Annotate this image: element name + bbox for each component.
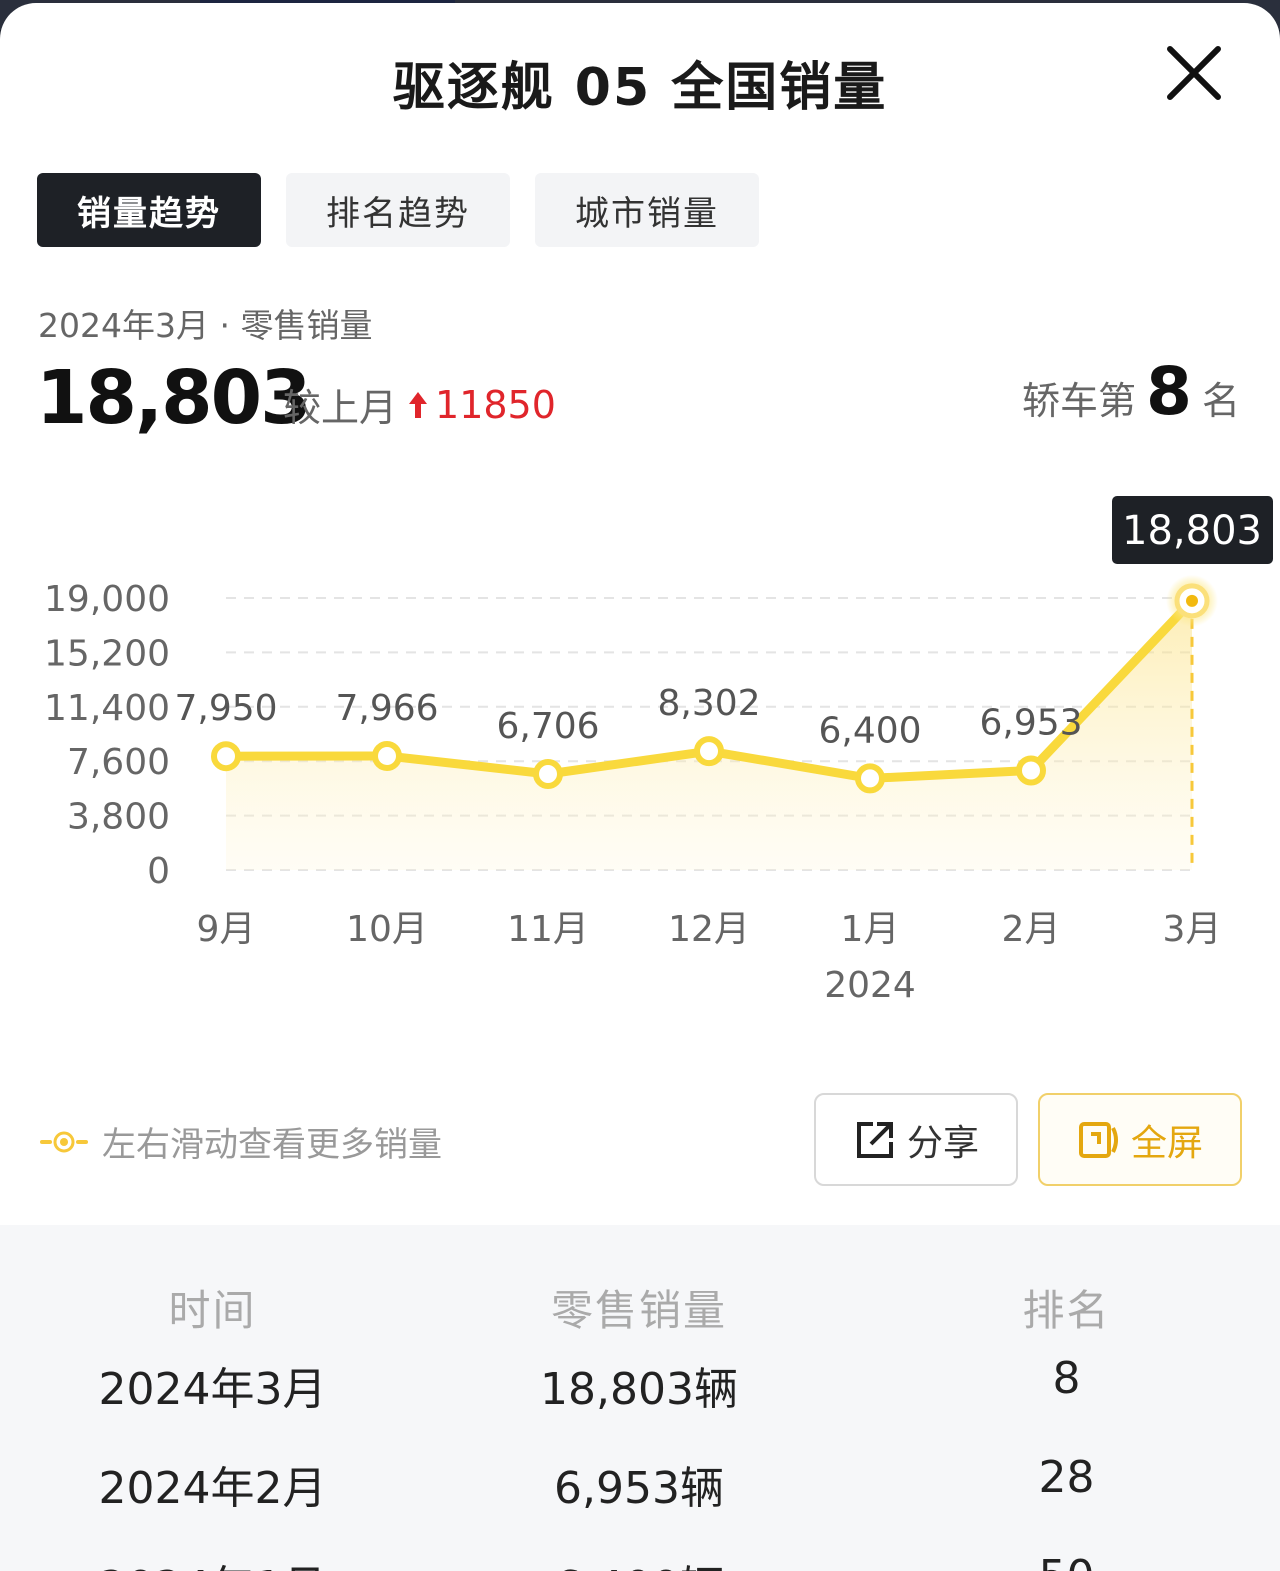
row-time: 2024年1月 <box>0 1551 425 1571</box>
data-point <box>855 763 885 794</box>
change-indicator: 11850 <box>407 383 556 427</box>
x-tick-label: 11月 <box>507 909 589 950</box>
arrow-up-icon <box>409 391 428 418</box>
period-label: 2024年3月 · 零售销量 <box>38 306 373 345</box>
y-tick-label: 15,200 <box>44 633 170 674</box>
sales-line-chart[interactable]: 0 3,800 7,600 11,400 15,200 19,000 7,950 9月 7,96… <box>0 473 1280 1033</box>
rank-number: 8 <box>1146 353 1192 430</box>
page-title: 驱逐舰 05 全国销量 <box>392 58 888 118</box>
header-rank: 排名 <box>1022 1286 1111 1335</box>
sales-table: 时间 零售销量 排名 2024年3月 18,803辆 8 2024年2月 6,9… <box>0 1225 1280 1571</box>
row-rank: 8 <box>1052 1353 1081 1404</box>
y-tick-label: 0 <box>147 851 170 892</box>
row-sales: 6,400辆 <box>425 1551 853 1571</box>
data-label: 8,302 <box>657 683 760 724</box>
data-point <box>1016 755 1046 786</box>
tab-rank-trend[interactable]: 排名趋势 <box>286 173 510 247</box>
table-row[interactable]: 2024年3月 18,803辆 8 <box>0 1353 1280 1417</box>
row-sales: 6,953辆 <box>554 1463 724 1514</box>
row-rank: 50 <box>853 1551 1280 1571</box>
table-header: 时间 零售销量 排名 <box>0 1277 1280 1338</box>
tab-bar: 销量趋势 排名趋势 城市销量 <box>37 173 759 247</box>
table-row[interactable]: 2024年2月 6,953辆 28 <box>0 1452 1280 1516</box>
rank-suffix: 名 <box>1201 379 1240 423</box>
data-label: 7,966 <box>335 688 438 729</box>
x-tick-label: 12月 <box>668 909 750 950</box>
fullscreen-icon <box>1078 1121 1118 1158</box>
data-label: 6,706 <box>496 706 599 747</box>
close-icon[interactable] <box>1162 41 1226 105</box>
y-tick-label: 3,800 <box>67 797 170 838</box>
change-value: 11850 <box>435 382 556 427</box>
tooltip-value: 18,803 <box>1122 508 1262 554</box>
sales-sheet: 驱逐舰 05 全国销量 销量趋势 排名趋势 城市销量 2024年3月 · 零售销… <box>0 3 1280 1571</box>
compare-label: 较上月 <box>283 386 398 430</box>
header-time: 时间 <box>168 1286 257 1335</box>
sales-value: 18,803 <box>36 355 312 441</box>
data-point <box>372 740 402 771</box>
fullscreen-button[interactable]: 全屏 <box>1038 1093 1242 1186</box>
share-button[interactable]: 分享 <box>814 1093 1018 1186</box>
x-tick-label: 2月 <box>1002 909 1061 950</box>
rank-summary: 轿车第 8 名 <box>1022 353 1240 430</box>
row-time: 2024年3月 <box>98 1364 327 1415</box>
data-point <box>533 758 563 789</box>
hint-text: 左右滑动查看更多销量 <box>102 1125 442 1165</box>
tab-city-sales[interactable]: 城市销量 <box>535 173 759 247</box>
y-tick-label: 7,600 <box>67 742 170 783</box>
share-icon <box>856 1121 893 1158</box>
row-rank: 28 <box>1038 1452 1095 1503</box>
x-tick-label: 9月 <box>197 909 256 950</box>
fullscreen-label: 全屏 <box>1130 1122 1203 1164</box>
x-tick-label: 3月 <box>1163 909 1222 950</box>
table-row[interactable]: 2024年1月 6,400辆 50 <box>0 1551 1280 1571</box>
slide-dot-icon <box>40 1131 88 1152</box>
row-sales: 18,803辆 <box>540 1364 738 1415</box>
x-tick-label: 1月 <box>841 909 900 950</box>
data-point <box>694 736 724 767</box>
data-point-center <box>1186 594 1198 607</box>
scroll-hint: 左右滑动查看更多销量 <box>40 1117 442 1166</box>
row-time: 2024年2月 <box>98 1463 327 1514</box>
rank-prefix: 轿车第 <box>1022 379 1137 423</box>
y-tick-label: 19,000 <box>44 579 170 620</box>
x-tick-label: 10月 <box>346 909 428 950</box>
header-sales: 零售销量 <box>550 1286 727 1335</box>
data-label: 6,953 <box>979 702 1082 743</box>
y-tick-label: 11,400 <box>44 688 170 729</box>
tab-sales-trend[interactable]: 销量趋势 <box>37 173 261 247</box>
month-compare: 较上月 11850 <box>283 377 556 432</box>
value-tooltip: 18,803 <box>1112 496 1273 564</box>
data-label: 7,950 <box>174 688 277 729</box>
share-label: 分享 <box>906 1122 979 1164</box>
x-year-label: 2024 <box>824 965 916 1006</box>
data-label: 6,400 <box>818 710 921 751</box>
data-point <box>211 741 241 772</box>
